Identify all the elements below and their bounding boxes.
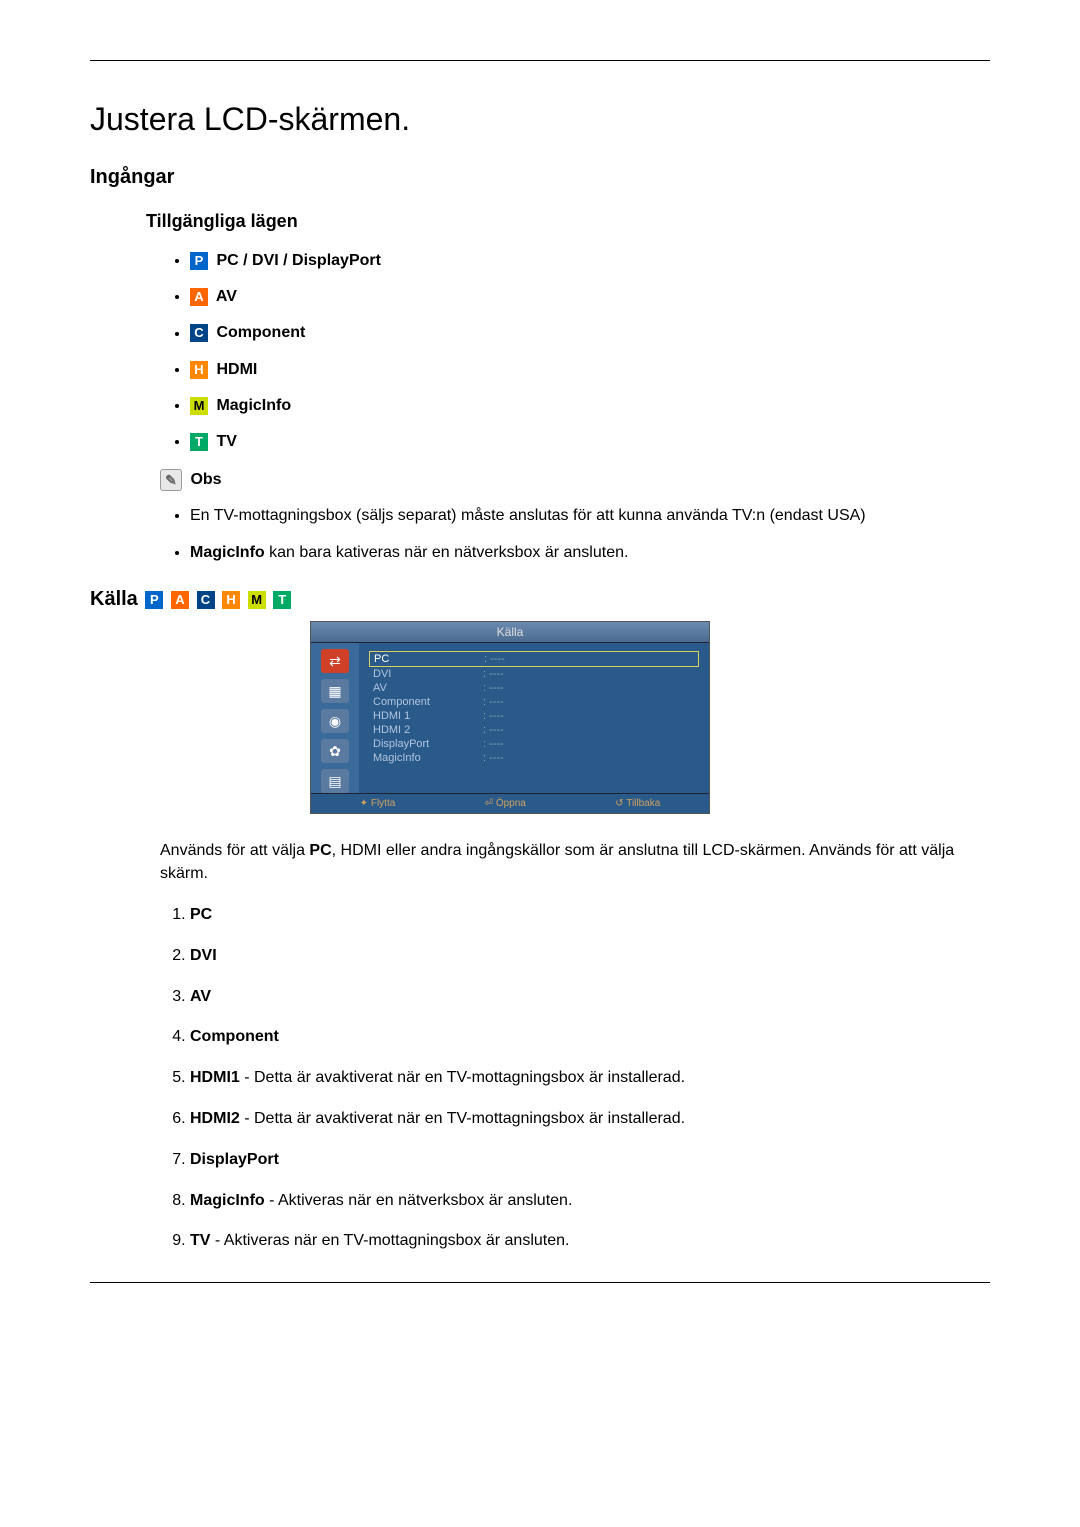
osd-row: AV: ---- (369, 681, 699, 695)
section-source-heading: Källa P A C H M T (90, 588, 990, 611)
note-bold: MagicInfo (190, 544, 265, 561)
list-item: HDMI2 - Detta är avaktiverat när en TV-m… (190, 1109, 990, 1130)
osd-side-icon: ▦ (321, 679, 349, 703)
h-icon: H (190, 361, 208, 379)
osd-footer: ✦ Flytta ⏎ Öppna ↺ Tillbaka (311, 793, 709, 813)
h-icon: H (222, 591, 240, 609)
section-inputs-heading: Ingångar (90, 166, 990, 189)
osd-hint: ✦ Flytta (360, 798, 396, 809)
list-item: MagicInfo - Aktiveras när en nätverksbox… (190, 1191, 990, 1212)
bottom-rule (90, 1282, 990, 1283)
mode-label: TV (216, 433, 236, 450)
osd-row: HDMI 2: ---- (369, 723, 699, 737)
note-heading: ✎ Obs (160, 469, 990, 491)
item-label: Component (190, 1028, 279, 1045)
list-item: HDMI1 - Detta är avaktiverat när en TV-m… (190, 1068, 990, 1089)
osd-row: DVI: ---- (369, 667, 699, 681)
note-icon: ✎ (160, 469, 182, 491)
osd-main: PC: ---- DVI: ---- AV: ---- Component: -… (359, 643, 709, 793)
a-icon: A (171, 591, 189, 609)
osd-row: DisplayPort: ---- (369, 737, 699, 751)
list-item: AV (190, 987, 990, 1008)
source-numbered-list: PC DVI AV Component HDMI1 - Detta är ava… (190, 905, 990, 1252)
item-label: HDMI2 (190, 1110, 240, 1127)
t-icon: T (190, 433, 208, 451)
osd-row: HDMI 1: ---- (369, 709, 699, 723)
mode-item-tv: T TV (190, 433, 990, 451)
mode-label: PC / DVI / DisplayPort (216, 252, 380, 269)
desc-bold: PC (309, 842, 331, 859)
subsection-modes-heading: Tillgängliga lägen (146, 211, 990, 232)
osd-side-icon: ◉ (321, 709, 349, 733)
list-item: DisplayPort (190, 1150, 990, 1171)
m-icon: M (248, 591, 266, 609)
mode-label: Component (216, 325, 305, 342)
mode-item-av: A AV (190, 288, 990, 306)
list-item: TV - Aktiveras när en TV-mottagningsbox … (190, 1231, 990, 1252)
desc-text: Används för att välja (160, 842, 309, 859)
source-heading-text: Källa (90, 588, 138, 610)
mode-item-pc: P PC / DVI / DisplayPort (190, 252, 990, 270)
list-item: DVI (190, 946, 990, 967)
list-item: PC (190, 905, 990, 926)
c-icon: C (197, 591, 215, 609)
note-item: En TV-mottagningsbox (säljs separat) mås… (190, 505, 990, 527)
item-text: - Detta är avaktiverat när en TV-mottagn… (240, 1110, 685, 1127)
note-item: MagicInfo kan bara kativeras när en nätv… (190, 542, 990, 564)
osd-side-icon: ✿ (321, 739, 349, 763)
mode-item-hdmi: H HDMI (190, 361, 990, 379)
osd-sidebar: ⇄ ▦ ◉ ✿ ▤ (311, 643, 359, 793)
list-item: Component (190, 1027, 990, 1048)
mode-label: MagicInfo (216, 397, 291, 414)
item-label: DVI (190, 947, 217, 964)
osd-title: Källa (311, 622, 709, 643)
mode-label: AV (216, 288, 237, 305)
notes-list: En TV-mottagningsbox (säljs separat) mås… (190, 505, 990, 564)
item-text: - Aktiveras när en TV-mottagningsbox är … (210, 1232, 569, 1249)
modes-list: P PC / DVI / DisplayPort A AV C Componen… (190, 252, 990, 451)
mode-label: HDMI (216, 361, 257, 378)
item-label: MagicInfo (190, 1192, 265, 1209)
item-label: HDMI1 (190, 1069, 240, 1086)
note-text: kan bara kativeras när en nätverksbox är… (265, 544, 629, 561)
item-text: - Detta är avaktiverat när en TV-mottagn… (240, 1069, 685, 1086)
p-icon: P (190, 252, 208, 270)
item-label: DisplayPort (190, 1151, 279, 1168)
item-label: TV (190, 1232, 210, 1249)
osd-row: MagicInfo: ---- (369, 751, 699, 765)
p-icon: P (145, 591, 163, 609)
item-label: AV (190, 988, 211, 1005)
m-icon: M (190, 397, 208, 415)
osd-hint: ↺ Tillbaka (615, 798, 660, 809)
osd-row-pc: PC: ---- (369, 651, 699, 667)
mode-item-component: C Component (190, 324, 990, 342)
item-text: - Aktiveras när en nätverksbox är anslut… (265, 1192, 573, 1209)
c-icon: C (190, 324, 208, 342)
page-title: Justera LCD-skärmen. (90, 101, 990, 138)
osd-side-icon: ⇄ (321, 649, 349, 673)
osd-side-icon: ▤ (321, 769, 349, 793)
a-icon: A (190, 288, 208, 306)
t-icon: T (273, 591, 291, 609)
top-rule (90, 60, 990, 61)
item-label: PC (190, 906, 212, 923)
source-description: Används för att välja PC, HDMI eller and… (160, 840, 990, 885)
osd-hint: ⏎ Öppna (485, 798, 526, 809)
osd-row: Component: ---- (369, 695, 699, 709)
osd-screenshot: Källa ⇄ ▦ ◉ ✿ ▤ PC: ---- DVI: ---- AV: -… (310, 621, 990, 814)
mode-item-magicinfo: M MagicInfo (190, 397, 990, 415)
note-label: Obs (190, 472, 221, 489)
